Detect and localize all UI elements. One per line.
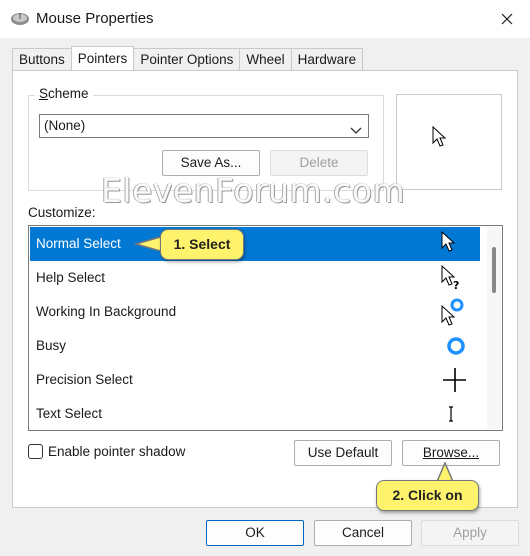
tab-strip: Buttons Pointers Pointer Options Wheel H… xyxy=(12,46,364,70)
use-default-button[interactable]: Use Default xyxy=(294,440,392,466)
cancel-button[interactable]: Cancel xyxy=(314,520,412,546)
cursor-preview xyxy=(396,94,502,190)
ibeam-icon xyxy=(449,406,453,422)
window-title: Mouse Properties xyxy=(36,10,154,27)
apply-button[interactable]: Apply xyxy=(421,520,519,546)
tab-buttons[interactable]: Buttons xyxy=(12,48,72,70)
close-button[interactable] xyxy=(484,0,530,38)
callout-click-on-text: 2. Click on xyxy=(392,487,463,503)
ok-button[interactable]: OK xyxy=(206,520,304,546)
chevron-down-icon xyxy=(350,120,362,142)
tab-pointers[interactable]: Pointers xyxy=(70,46,135,70)
cursor-list[interactable]: Normal Select Help Select ? Working In B… xyxy=(28,225,503,431)
list-item-label: Precision Select xyxy=(36,372,133,387)
scheme-dropdown[interactable]: (None) xyxy=(39,114,369,138)
scheme-label: Scheme xyxy=(35,86,93,101)
list-item-label: Help Select xyxy=(36,270,106,285)
enable-pointer-shadow-checkbox[interactable]: Enable pointer shadow xyxy=(28,442,185,460)
callout-click-on: 2. Click on xyxy=(376,480,479,511)
browse-label: Browse... xyxy=(422,445,480,460)
save-as-label: Save As... xyxy=(180,155,242,170)
arrow-icon xyxy=(441,230,456,252)
pointers-panel: Scheme (None) Save As... Delete ElevenFo… xyxy=(12,70,518,508)
callout-select-text: 1. Select xyxy=(173,236,231,252)
title-bar: Mouse Properties xyxy=(0,0,530,38)
use-default-label: Use Default xyxy=(307,445,379,460)
help-arrow-icon: ? xyxy=(441,264,459,292)
svg-text:?: ? xyxy=(453,279,459,292)
list-item-precision-select[interactable]: Precision Select xyxy=(30,363,480,397)
list-item-text-select[interactable]: Text Select xyxy=(30,397,480,430)
checkbox-label: Enable pointer shadow xyxy=(48,443,186,459)
close-icon xyxy=(501,13,513,25)
list-item-help-select[interactable]: Help Select ? xyxy=(30,261,480,295)
delete-label: Delete xyxy=(299,155,339,170)
tab-hardware[interactable]: Hardware xyxy=(290,48,364,70)
cancel-label: Cancel xyxy=(341,525,385,540)
list-item-busy[interactable]: Busy xyxy=(30,329,480,363)
mouse-properties-dialog: Mouse Properties Buttons Pointers Pointe… xyxy=(0,0,530,556)
ok-label: OK xyxy=(245,525,265,540)
customize-label: Customize: xyxy=(28,205,96,220)
apply-label: Apply xyxy=(453,525,487,540)
tab-wheel[interactable]: Wheel xyxy=(239,48,292,70)
scheme-selected-value: (None) xyxy=(44,118,86,133)
tab-pointer-options[interactable]: Pointer Options xyxy=(133,48,241,70)
scrollbar-thumb[interactable] xyxy=(492,247,496,293)
list-item-normal-select[interactable]: Normal Select xyxy=(30,227,480,261)
mouse-icon xyxy=(10,11,30,27)
list-item-working-in-background[interactable]: Working In Background xyxy=(30,295,480,329)
arrow-icon xyxy=(432,126,447,147)
crosshair-icon xyxy=(443,368,466,392)
list-scrollbar[interactable] xyxy=(487,227,501,429)
working-arrow-icon xyxy=(441,298,464,326)
list-item-label: Working In Background xyxy=(36,304,177,319)
callout-select: 1. Select xyxy=(160,229,244,260)
busy-ring-icon xyxy=(447,337,465,355)
checkbox-box[interactable] xyxy=(28,443,43,459)
list-item-label: Busy xyxy=(36,338,67,353)
watermark: ElevenForum.com xyxy=(101,171,406,210)
list-item-label: Text Select xyxy=(36,406,103,421)
list-item-label: Normal Select xyxy=(36,236,121,251)
